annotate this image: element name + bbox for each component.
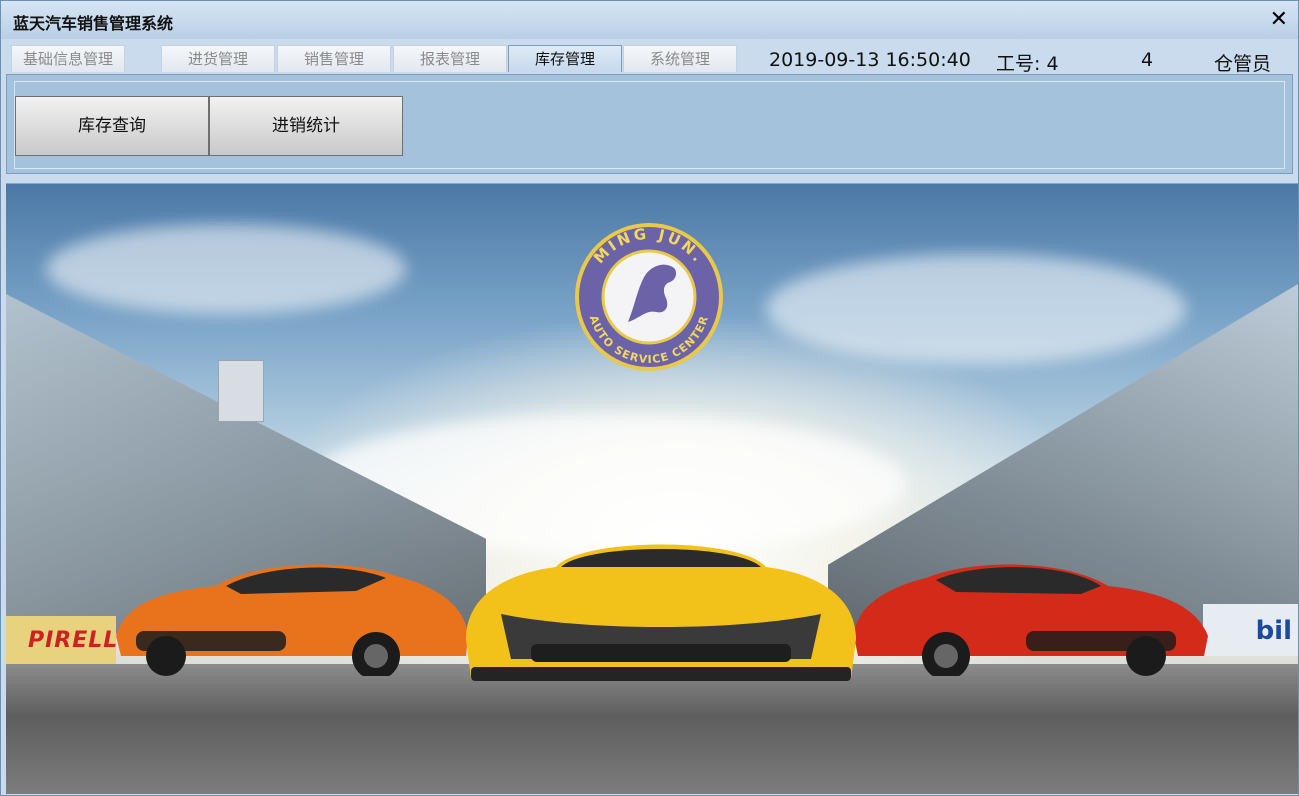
orange-car-image xyxy=(116,564,468,676)
ming-jun-logo: MING JUN. AUTO SERVICE CENTER xyxy=(575,223,723,371)
tab-basic-info[interactable]: 基础信息管理 xyxy=(11,45,125,72)
cloud xyxy=(766,254,1186,364)
window-title: 蓝天汽车销售管理系统 xyxy=(13,14,174,33)
cloud xyxy=(46,224,406,314)
banner-image: PIRELLI bil MING JUN. AUTO SERVICE CENTE… xyxy=(6,183,1298,794)
ad-right-text: bil xyxy=(1255,616,1292,646)
tab-inventory[interactable]: 库存管理 xyxy=(508,45,622,72)
control-tower xyxy=(218,360,264,422)
tab-purchase[interactable]: 进货管理 xyxy=(161,45,275,72)
user-label: 4 xyxy=(1141,49,1154,71)
inventory-query-button[interactable]: 库存查询 xyxy=(15,96,209,156)
app-window: 蓝天汽车销售管理系统 ✕ 基础信息管理 进货管理 销售管理 报表管理 库存管理 … xyxy=(0,0,1299,796)
tab-reports[interactable]: 报表管理 xyxy=(393,45,507,72)
datetime-label: 2019-09-13 16:50:40 xyxy=(769,49,971,71)
employee-id-label: 工号: 4 xyxy=(996,53,1059,75)
title-bar: 蓝天汽车销售管理系统 ✕ xyxy=(1,1,1298,39)
red-car-image xyxy=(854,564,1208,676)
toolbar-panel: 库存查询 进销统计 xyxy=(6,74,1293,174)
sales-stats-button[interactable]: 进销统计 xyxy=(209,96,403,156)
yellow-car-image xyxy=(466,544,856,681)
close-icon[interactable]: ✕ xyxy=(1270,7,1288,32)
tab-system[interactable]: 系统管理 xyxy=(623,45,737,72)
role-label: 仓管员 xyxy=(1214,53,1272,75)
tab-sales[interactable]: 销售管理 xyxy=(277,45,391,72)
